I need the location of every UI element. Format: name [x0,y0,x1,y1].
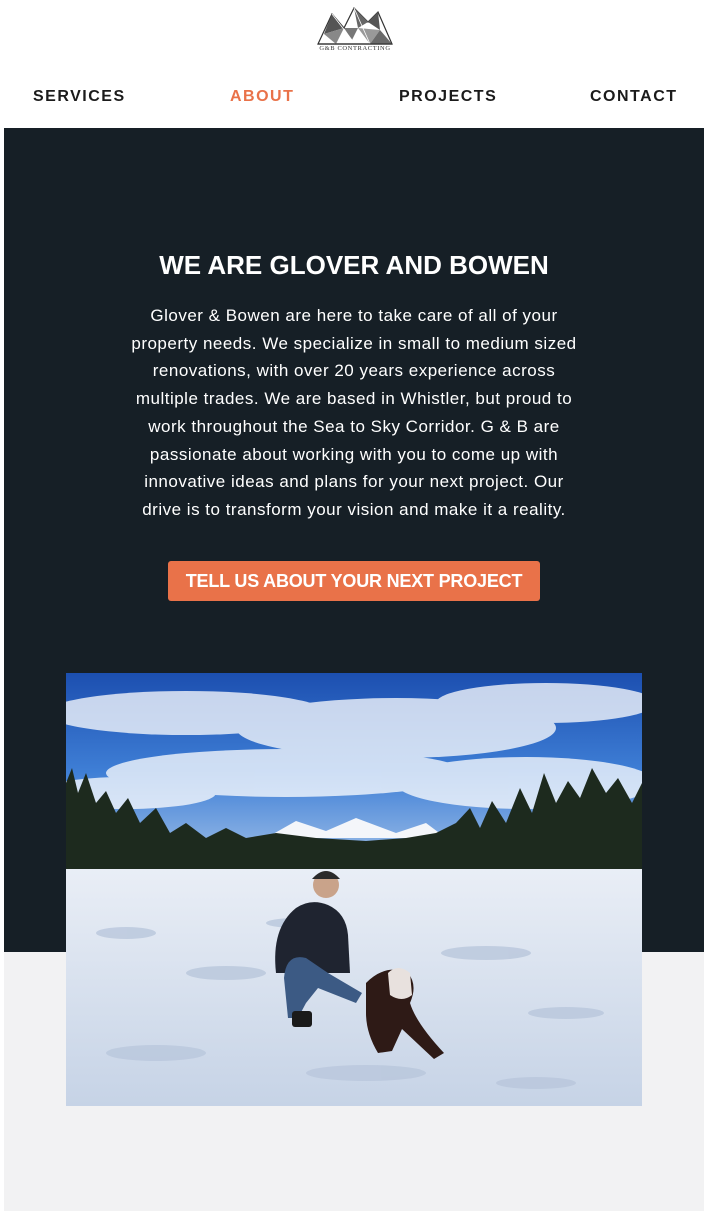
site-header: G&B CONTRACTING [0,0,708,60]
about-description: Glover & Bowen are here to take care of … [131,306,577,519]
logo-wordmark: G&B CONTRACTING [319,45,391,52]
main-nav: SERVICES ABOUT PROJECTS CONTACT [0,82,708,112]
nav-item-about[interactable]: ABOUT [230,88,294,106]
team-photo [66,673,642,1106]
nav-item-projects[interactable]: PROJECTS [399,88,497,106]
nav-item-contact[interactable]: CONTACT [590,88,678,106]
page-title: WE ARE GLOVER AND BOWEN [159,250,549,280]
company-logo[interactable]: G&B CONTRACTING [314,4,396,56]
mountain-logo-icon [317,6,393,45]
nav-item-services[interactable]: SERVICES [33,88,126,106]
next-project-button[interactable]: TELL US ABOUT YOUR NEXT PROJECT [168,561,540,601]
